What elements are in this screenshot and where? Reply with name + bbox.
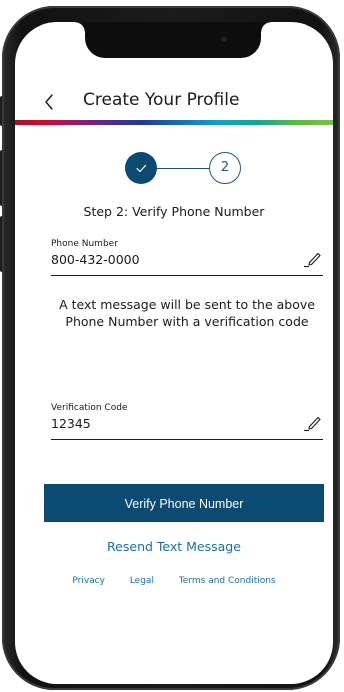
phone-number-value: 800-432-0000 [51, 252, 140, 267]
edit-code-button[interactable] [303, 411, 323, 433]
pencil-icon [304, 416, 321, 432]
verification-code-label: Verification Code [51, 403, 128, 413]
app-header: Create Your Profile [15, 88, 333, 116]
check-icon [136, 164, 147, 173]
terms-link[interactable]: Terms and Conditions [179, 576, 276, 586]
chevron-left-icon [45, 94, 53, 110]
notch [75, 22, 271, 58]
step-title: Step 2: Verify Phone Number [83, 204, 265, 219]
progress-stepper: 2 [125, 152, 255, 186]
back-button[interactable] [39, 90, 61, 114]
pencil-icon [304, 252, 321, 268]
step-two-indicator: 2 [209, 152, 241, 184]
footer-links: Privacy Legal Terms and Conditions [15, 576, 333, 586]
brand-color-bar [15, 120, 333, 125]
resend-text-link[interactable]: Resend Text Message [15, 539, 333, 554]
device-mockup: Create Your Profile 2 Step 2: Verify Pho… [0, 0, 344, 692]
app-screen: Create Your Profile 2 Step 2: Verify Pho… [15, 22, 333, 684]
legal-link[interactable]: Legal [130, 576, 154, 586]
phone-number-field[interactable]: Phone Number 800-432-0000 [51, 239, 323, 276]
phone-number-label: Phone Number [51, 239, 118, 249]
verification-code-field[interactable]: Verification Code 12345 [51, 403, 323, 440]
camera-icon [221, 36, 227, 42]
verify-phone-button[interactable]: Verify Phone Number [44, 484, 324, 522]
step-one-complete [125, 152, 157, 184]
phone-frame: Create Your Profile 2 Step 2: Verify Pho… [2, 6, 340, 690]
page-title: Create Your Profile [83, 90, 240, 110]
step-connector [157, 168, 209, 169]
privacy-link[interactable]: Privacy [72, 576, 105, 586]
verification-code-value: 12345 [51, 416, 91, 431]
edit-phone-button[interactable] [303, 247, 323, 269]
verification-info-text: A text message will be sent to the above… [59, 297, 315, 329]
